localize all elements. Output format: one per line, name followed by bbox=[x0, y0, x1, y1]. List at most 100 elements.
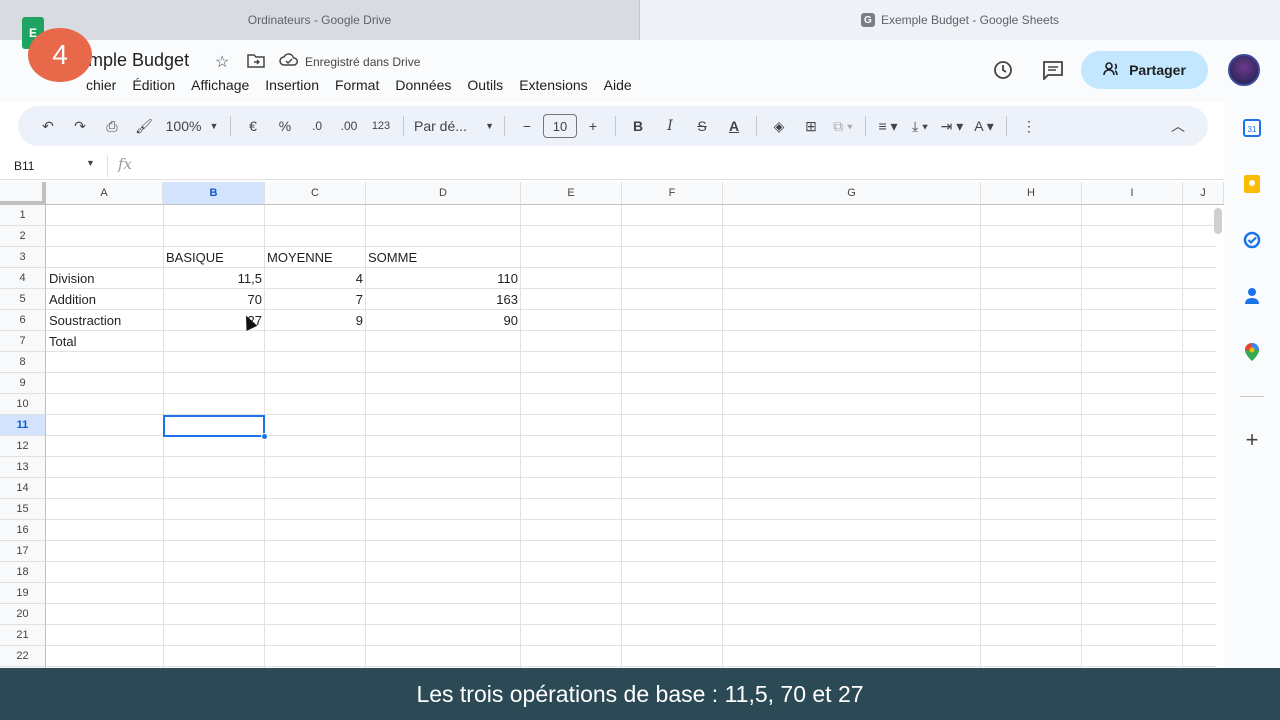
row-header-15[interactable]: 15 bbox=[0, 499, 46, 520]
add-icon[interactable]: + bbox=[1242, 427, 1262, 452]
menu-aide[interactable]: Aide bbox=[604, 77, 632, 93]
strikethrough-button[interactable]: S bbox=[690, 112, 714, 140]
selected-cell-b11[interactable] bbox=[163, 415, 265, 437]
name-box[interactable]: B11 bbox=[14, 159, 34, 173]
row-header-14[interactable]: 14 bbox=[0, 478, 46, 499]
menu-format[interactable]: Format bbox=[335, 77, 379, 93]
row-header-9[interactable]: 9 bbox=[0, 373, 46, 394]
borders-icon[interactable]: ⊞ bbox=[799, 112, 823, 140]
cell-c3[interactable]: MOYENNE bbox=[264, 247, 366, 268]
share-button[interactable]: Partager bbox=[1081, 51, 1208, 89]
calendar-icon[interactable]: 31 bbox=[1242, 118, 1262, 138]
cell-a6[interactable]: Soustraction bbox=[46, 310, 163, 331]
cell-a5[interactable]: Addition bbox=[46, 289, 163, 310]
column-header-f[interactable]: F bbox=[622, 182, 723, 205]
row-header-3[interactable]: 3 bbox=[0, 247, 46, 268]
column-header-j[interactable]: J bbox=[1183, 182, 1224, 205]
chevron-down-icon[interactable]: ▼ bbox=[86, 158, 95, 168]
tab-google-drive[interactable]: Ordinateurs - Google Drive bbox=[0, 0, 640, 40]
tab-google-sheets[interactable]: G Exemple Budget - Google Sheets bbox=[640, 0, 1280, 40]
horizontal-align-icon[interactable]: ≡ ▾ bbox=[876, 112, 900, 140]
column-header-b[interactable]: B bbox=[163, 182, 265, 205]
cell-a7[interactable]: Total bbox=[46, 331, 163, 352]
cell-d3[interactable]: SOMME bbox=[365, 247, 521, 268]
column-header-c[interactable]: C bbox=[265, 182, 366, 205]
italic-button[interactable]: I bbox=[658, 112, 682, 140]
row-header-13[interactable]: 13 bbox=[0, 457, 46, 478]
version-history-icon[interactable] bbox=[991, 58, 1015, 82]
collapse-menu-icon[interactable]: ︿ bbox=[1166, 112, 1190, 140]
cell-d4[interactable]: 110 bbox=[365, 268, 521, 289]
row-header-17[interactable]: 17 bbox=[0, 541, 46, 562]
row-header-10[interactable]: 10 bbox=[0, 394, 46, 415]
cell-d5[interactable]: 163 bbox=[365, 289, 521, 310]
star-icon[interactable]: ☆ bbox=[215, 52, 229, 72]
select-all-corner[interactable] bbox=[0, 182, 46, 205]
column-header-i[interactable]: I bbox=[1082, 182, 1183, 205]
column-header-g[interactable]: G bbox=[723, 182, 981, 205]
cell-b5[interactable]: 70 bbox=[163, 289, 265, 310]
row-header-2[interactable]: 2 bbox=[0, 226, 46, 247]
cell-c6[interactable]: 9 bbox=[264, 310, 366, 331]
tasks-icon[interactable] bbox=[1242, 230, 1262, 250]
percent-format-button[interactable]: % bbox=[273, 112, 297, 140]
row-header-7[interactable]: 7 bbox=[0, 331, 46, 352]
column-header-h[interactable]: H bbox=[981, 182, 1082, 205]
vertical-align-icon[interactable]: ⤓ ▾ bbox=[908, 112, 932, 140]
row-header-18[interactable]: 18 bbox=[0, 562, 46, 583]
font-size-input[interactable]: 10 bbox=[543, 114, 577, 138]
merge-cells-icon[interactable]: ⧉ ▾ bbox=[831, 112, 855, 140]
row-header-8[interactable]: 8 bbox=[0, 352, 46, 373]
move-folder-icon[interactable] bbox=[247, 52, 265, 73]
cell-b3[interactable]: BASIQUE bbox=[163, 247, 265, 268]
more-options-icon[interactable]: ⋮ bbox=[1017, 112, 1041, 140]
text-rotation-icon[interactable]: A ▾ bbox=[972, 112, 996, 140]
row-header-1[interactable]: 1 bbox=[0, 205, 46, 226]
column-header-e[interactable]: E bbox=[521, 182, 622, 205]
contacts-icon[interactable] bbox=[1242, 286, 1262, 306]
row-header-12[interactable]: 12 bbox=[0, 436, 46, 457]
row-header-20[interactable]: 20 bbox=[0, 604, 46, 625]
bold-button[interactable]: B bbox=[626, 112, 650, 140]
paint-format-icon[interactable]: 🖌 bbox=[132, 112, 156, 140]
document-title[interactable]: mple Budget bbox=[88, 50, 189, 71]
menu-affichage[interactable]: Affichage bbox=[191, 77, 249, 93]
menu-insertion[interactable]: Insertion bbox=[265, 77, 319, 93]
menu-outils[interactable]: Outils bbox=[467, 77, 503, 93]
undo-icon[interactable]: ↶ bbox=[36, 112, 60, 140]
currency-format-button[interactable]: € bbox=[241, 112, 265, 140]
redo-icon[interactable]: ↷ bbox=[68, 112, 92, 140]
increase-decimal-button[interactable]: .00 bbox=[337, 112, 361, 140]
vertical-scrollbar[interactable] bbox=[1214, 208, 1222, 234]
font-select[interactable]: Par dé... ▼ bbox=[414, 112, 494, 140]
zoom-select[interactable]: 100% ▼ bbox=[164, 112, 220, 140]
menu-extensions[interactable]: Extensions bbox=[519, 77, 587, 93]
row-header-19[interactable]: 19 bbox=[0, 583, 46, 604]
cell-c4[interactable]: 4 bbox=[264, 268, 366, 289]
decrease-font-size-icon[interactable]: − bbox=[515, 112, 539, 140]
cell-a4[interactable]: Division bbox=[46, 268, 163, 289]
cell-c5[interactable]: 7 bbox=[264, 289, 366, 310]
row-header-22[interactable]: 22 bbox=[0, 646, 46, 667]
print-icon[interactable]: ⎙ bbox=[100, 112, 124, 140]
avatar[interactable] bbox=[1228, 54, 1260, 86]
comments-icon[interactable] bbox=[1041, 58, 1065, 82]
text-color-button[interactable]: A bbox=[722, 112, 746, 140]
cloud-saved-icon[interactable] bbox=[279, 52, 299, 71]
maps-icon[interactable] bbox=[1242, 342, 1262, 362]
column-header-d[interactable]: D bbox=[366, 182, 521, 205]
cell-d6[interactable]: 90 bbox=[365, 310, 521, 331]
row-header-4[interactable]: 4 bbox=[0, 268, 46, 289]
text-wrap-icon[interactable]: ⇥ ▾ bbox=[940, 112, 964, 140]
row-header-16[interactable]: 16 bbox=[0, 520, 46, 541]
row-header-5[interactable]: 5 bbox=[0, 289, 46, 310]
column-header-a[interactable]: A bbox=[46, 182, 163, 205]
spreadsheet-grid[interactable]: A B C D E F G H I J 1 2 3 4 5 6 7 8 9 10 11 12 13 14 1… bbox=[0, 182, 1224, 668]
increase-font-size-icon[interactable]: + bbox=[581, 112, 605, 140]
more-formats-button[interactable]: 123 bbox=[369, 112, 393, 140]
decrease-decimal-button[interactable]: .0 bbox=[305, 112, 329, 140]
menu-fichier[interactable]: chier bbox=[86, 77, 116, 93]
fill-handle[interactable] bbox=[261, 433, 268, 440]
row-header-21[interactable]: 21 bbox=[0, 625, 46, 646]
menu-donnees[interactable]: Données bbox=[395, 77, 451, 93]
